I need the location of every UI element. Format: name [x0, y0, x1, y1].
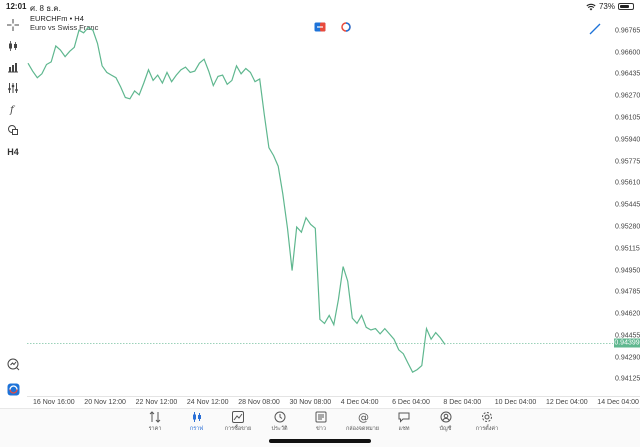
mail-icon: @ [358, 411, 369, 423]
price-tick-label: 0.95775 [615, 158, 640, 166]
time-tick-label: 8 Dec 04:00 [443, 399, 482, 406]
nav-label: การตั้งค่า [475, 426, 499, 432]
nav-item-chat[interactable]: แชท [384, 409, 424, 435]
svg-text:f: f [9, 105, 16, 115]
bar-chart-icon[interactable] [5, 59, 21, 75]
indicators-icon[interactable] [5, 80, 21, 96]
zoom-icon[interactable] [5, 356, 21, 372]
settings-icon [482, 412, 492, 422]
price-tick-label: 0.95940 [615, 136, 640, 144]
time-tick-label: 22 Nov 12:00 [135, 399, 178, 406]
trade-icon[interactable] [5, 381, 21, 397]
timeframe-button[interactable]: H4 [5, 144, 21, 160]
left-toolbar: f H4 [0, 13, 27, 403]
price-line [27, 26, 446, 374]
time-tick-label: 30 Nov 08:00 [289, 399, 332, 406]
time-tick-label: 12 Dec 04:00 [546, 399, 588, 406]
price-tick-label: 0.96600 [615, 49, 640, 57]
news-icon [315, 411, 327, 423]
home-indicator [269, 439, 371, 443]
nav-label: การซื้อขาย [224, 426, 252, 432]
price-tick-label: 0.96270 [615, 92, 640, 100]
current-price-tag: 0.94399 [614, 338, 640, 348]
nav-label: แชท [398, 426, 410, 432]
time-tick-label: 28 Nov 08:00 [238, 399, 280, 406]
nav-item-trade[interactable]: การซื้อขาย [218, 409, 258, 435]
price-tick-label: 0.94785 [615, 288, 640, 296]
nav-label: ข่าว [316, 426, 326, 432]
shapes-icon[interactable] [5, 122, 21, 138]
time-tick-label: 4 Dec 04:00 [340, 399, 379, 406]
price-tick-label: 0.95445 [615, 201, 640, 209]
price-tick-label: 0.94455 [615, 332, 640, 340]
price-chart[interactable] [27, 13, 613, 396]
chat-icon [398, 412, 410, 423]
nav-item-history[interactable]: ประวัติ [260, 409, 300, 435]
price-tick-label: 0.94620 [615, 310, 640, 318]
nav-item-mailbox[interactable]: @ กล่องจดหมาย [343, 409, 383, 435]
price-tick-label: 0.96435 [615, 70, 640, 78]
account-icon [440, 411, 451, 423]
price-tick-label: 0.94125 [615, 375, 640, 383]
status-bar: 12:01 ศ. 8 ธ.ค. 73% [0, 0, 640, 13]
price-tick-label: 0.95115 [615, 245, 640, 253]
time-tick-label: 14 Dec 04:00 [597, 399, 639, 406]
nav-label: กราฟ [189, 426, 204, 432]
arrows-icon [149, 411, 161, 423]
svg-text:@: @ [358, 411, 369, 423]
time-tick-label: 20 Nov 12:00 [84, 399, 126, 406]
trade-line-icon [232, 411, 244, 423]
nav-item-chart[interactable]: กราฟ [177, 409, 217, 435]
time-tick-label: 10 Dec 04:00 [494, 399, 537, 406]
candlestick-icon[interactable] [5, 38, 21, 54]
nav-item-quotes[interactable]: ราคา [135, 409, 175, 435]
chart-icon [192, 412, 201, 422]
function-icon[interactable]: f [5, 101, 21, 117]
price-tick-label: 0.95280 [615, 223, 640, 231]
nav-label: ประวัติ [271, 426, 288, 432]
battery-icon [618, 3, 634, 10]
price-tick-label: 0.94950 [615, 267, 640, 275]
nav-label: กล่องจดหมาย [345, 426, 380, 432]
nav-item-news[interactable]: ข่าว [301, 409, 341, 435]
nav-item-settings[interactable]: การตั้งค่า [467, 409, 507, 435]
nav-item-account[interactable]: บัญชี [426, 409, 466, 435]
price-tick-label: 0.96105 [615, 114, 640, 122]
battery-fill [620, 5, 629, 8]
price-tick-label: 0.94290 [615, 354, 640, 362]
status-time: 12:01 [6, 2, 27, 11]
time-tick-label: 6 Dec 04:00 [392, 399, 430, 406]
history-icon [274, 411, 285, 423]
battery-percent: 73% [598, 2, 615, 11]
nav-label: ราคา [148, 426, 162, 432]
wifi-icon [586, 3, 596, 10]
time-tick-label: 16 Nov 16:00 [33, 399, 75, 406]
status-right: 73% [586, 2, 634, 11]
time-tick-label: 24 Nov 12:00 [186, 399, 229, 406]
price-tick-label: 0.95610 [615, 179, 640, 187]
nav-label: บัญชี [439, 426, 452, 432]
crosshair-icon[interactable] [5, 17, 21, 33]
price-tick-label: 0.96765 [615, 27, 640, 35]
